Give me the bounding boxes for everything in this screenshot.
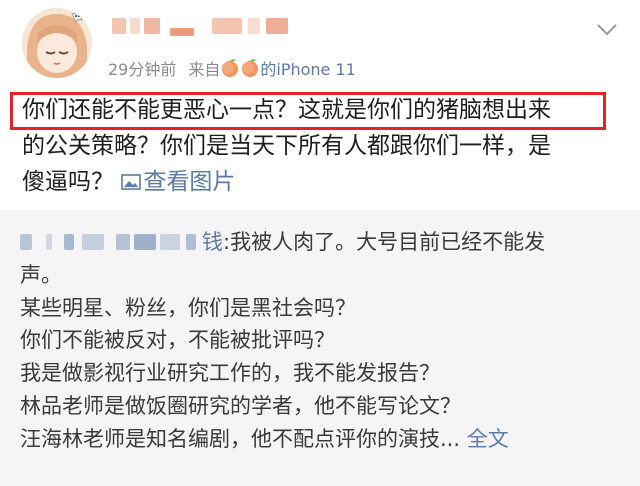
source-prefix: 来自 bbox=[188, 60, 221, 79]
avatar[interactable] bbox=[22, 8, 92, 78]
device-source-link[interactable]: 的iPhone 11 bbox=[260, 56, 355, 80]
reposted-content[interactable]: 钱:我被人肉了。大号目前已经不能发 声。 某些明星、粉丝，你们是黑社会吗？ 你们… bbox=[0, 210, 640, 486]
post-header: 29分钟前 来自 的iPhone 11 bbox=[0, 0, 640, 88]
view-pictures-link[interactable]: 查看图片 bbox=[121, 169, 235, 195]
timestamp: 29分钟前 bbox=[108, 60, 177, 79]
repost-line: 我是做影视行业研究工作的，我不能发报告？ bbox=[20, 361, 440, 386]
anime-avatar-icon bbox=[22, 8, 92, 78]
repost-line: 声。 bbox=[20, 262, 62, 287]
repost-username-redacted[interactable] bbox=[20, 231, 202, 253]
repost-line: 钱:我被人肉了。大号目前已经不能发 bbox=[20, 226, 625, 259]
repost-text: 钱:我被人肉了。大号目前已经不能发 声。 某些明星、粉丝，你们是黑社会吗？ 你们… bbox=[20, 226, 625, 456]
post-meta: 29分钟前 来自 的iPhone 11 bbox=[108, 56, 356, 80]
post-text-line: 你们还能不能更恶心一点？这就是你们的猪脑想出来 bbox=[22, 97, 551, 123]
post-text-line: 傻逼吗？ 查看图片 bbox=[22, 164, 622, 200]
image-icon bbox=[121, 165, 142, 190]
post-text-line: 的公关策略？你们是当天下所有人都跟你们一样，是 bbox=[22, 133, 551, 159]
repost-line: 某些明星、粉丝，你们是黑社会吗？ bbox=[20, 295, 356, 320]
repost-line: 汪海林老师是知名编剧，他不配点评你的演技... 全文 bbox=[20, 426, 509, 451]
full-text-link[interactable]: 全文 bbox=[467, 427, 509, 451]
repost-line: 林品老师是做饭圈研究的学者，他不能写论文？ bbox=[20, 393, 461, 418]
username-redacted[interactable] bbox=[108, 12, 298, 42]
post-text: 你们还能不能更恶心一点？这就是你们的猪脑想出来 的公关策略？你们是当天下所有人都… bbox=[22, 92, 622, 200]
peach-icon bbox=[240, 58, 260, 78]
peach-icon bbox=[220, 58, 240, 78]
chevron-down-icon[interactable] bbox=[596, 22, 618, 36]
repost-line: 你们不能被反对，不能被批评吗？ bbox=[20, 328, 335, 353]
